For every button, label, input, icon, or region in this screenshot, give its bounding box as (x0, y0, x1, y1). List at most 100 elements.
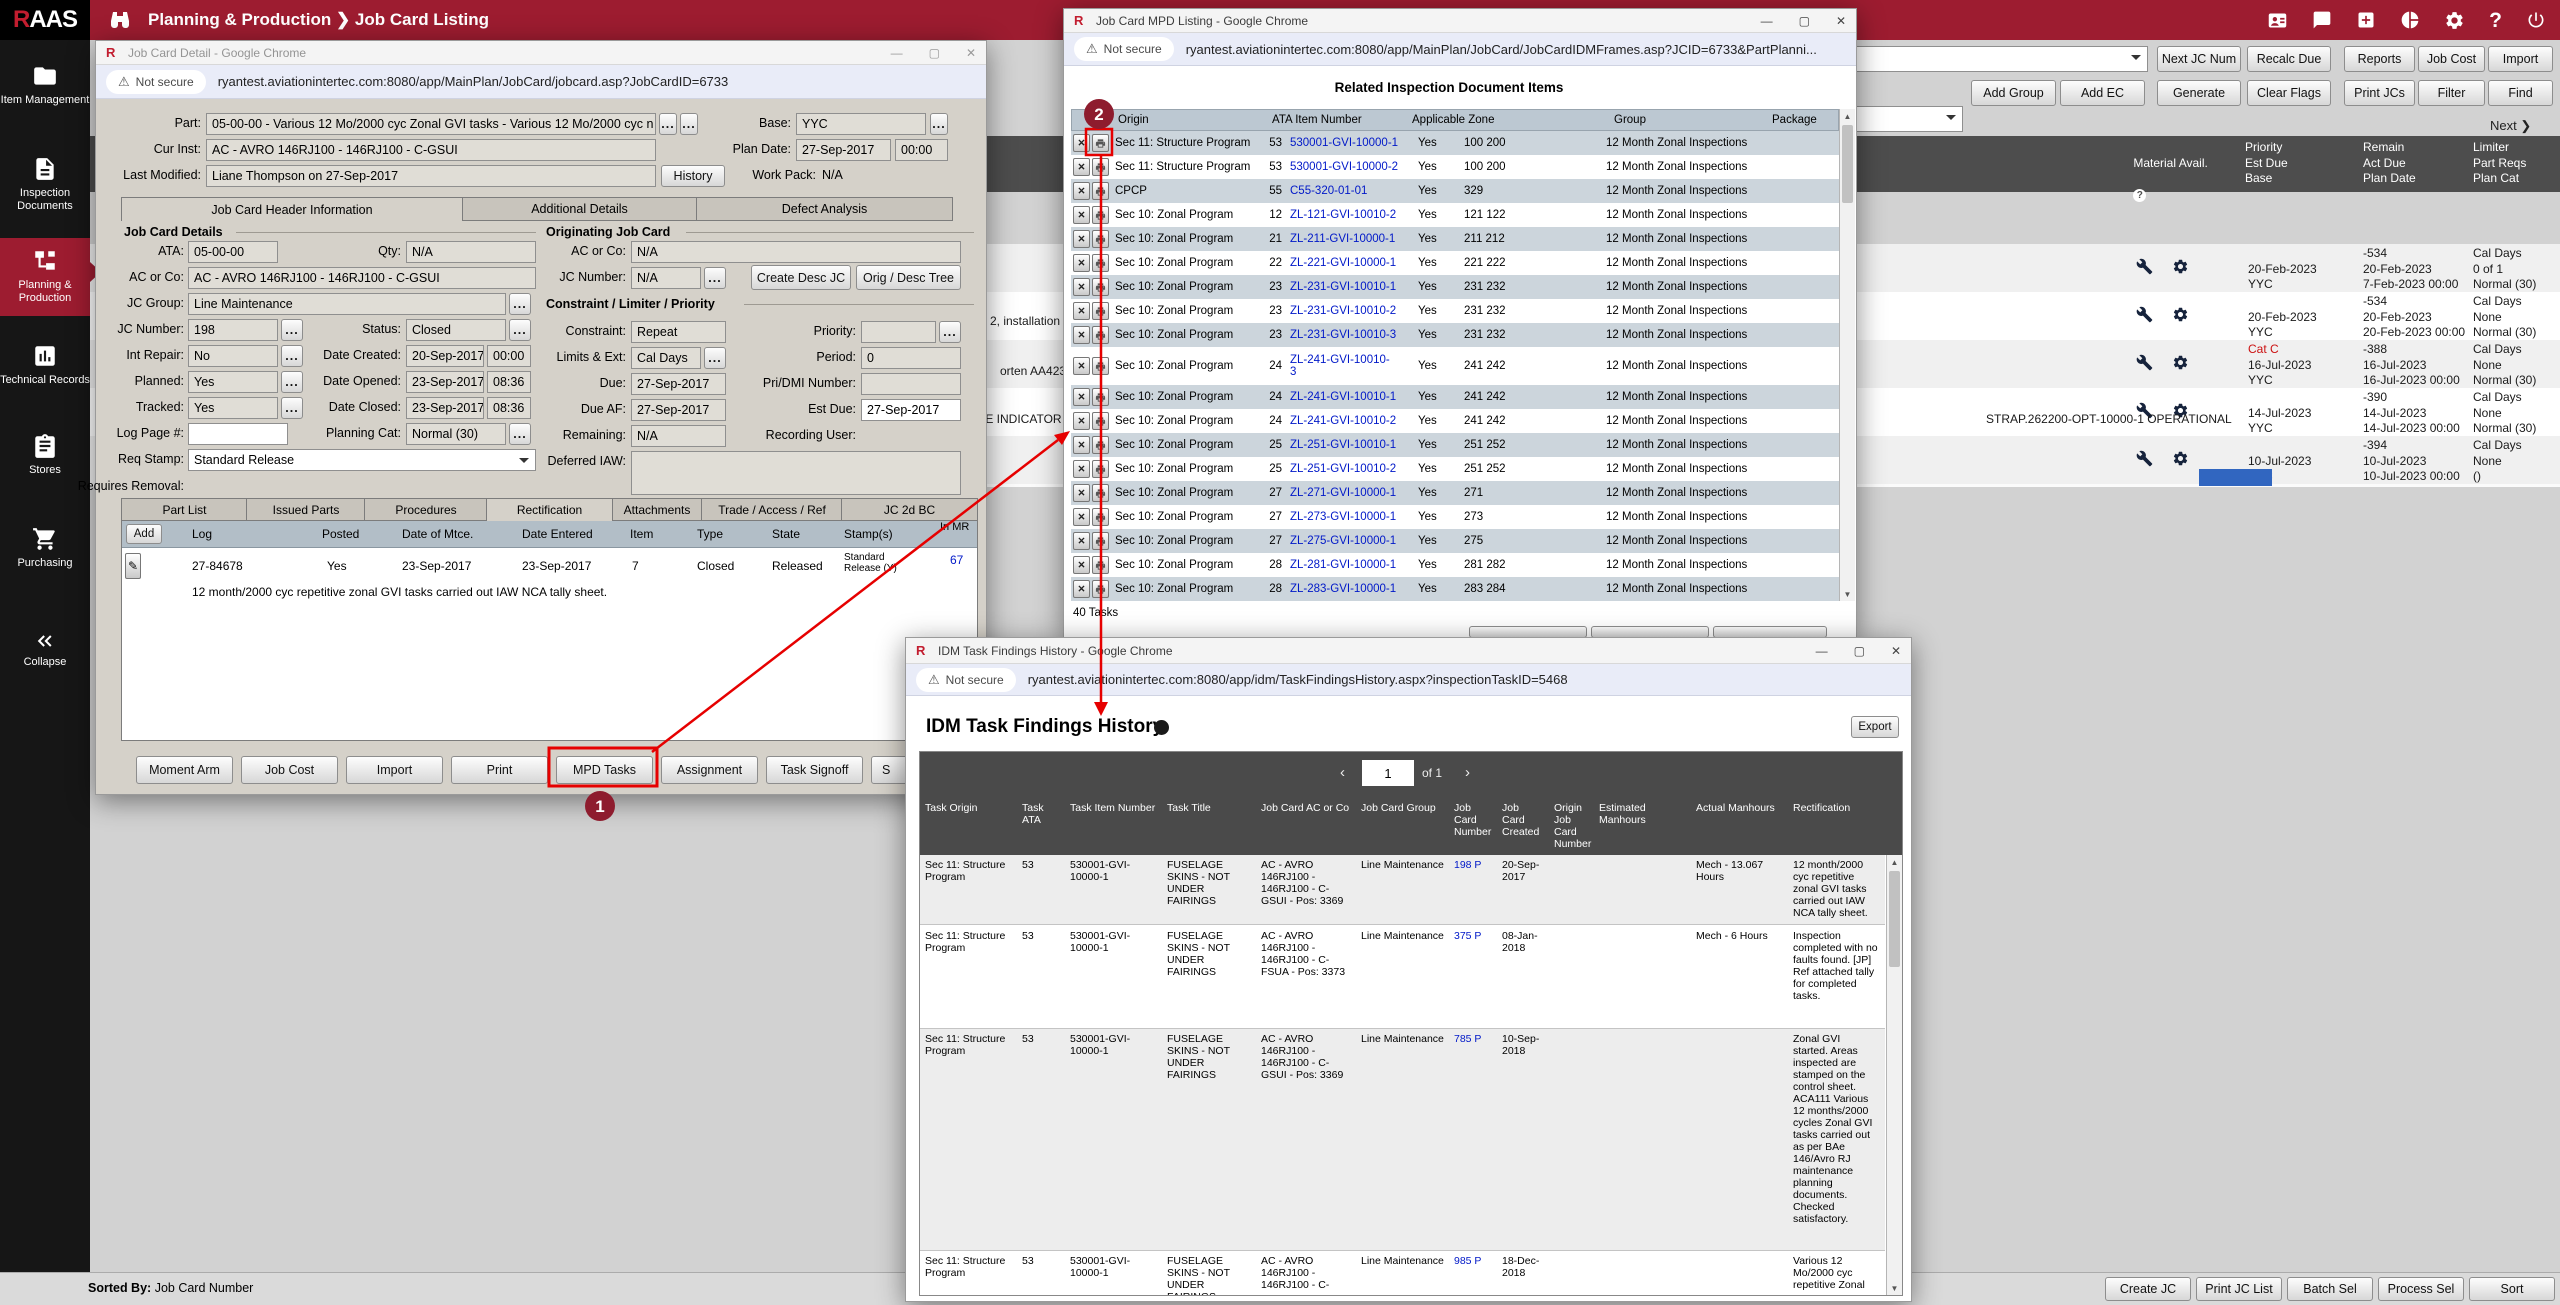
task-item-link[interactable]: 530001-GVI-10000-2 (1290, 161, 1418, 173)
remove-task-button[interactable] (1073, 412, 1090, 430)
print-task-button[interactable] (1092, 158, 1109, 176)
reports-button[interactable]: Reports (2344, 46, 2415, 72)
planned-field[interactable]: Yes (188, 371, 278, 393)
mpd-row[interactable]: CPCP55C55-320-01-01Yes32912 Month Zonal … (1071, 179, 1839, 203)
mpd-row[interactable]: Sec 10: Zonal Program24ZL-241-GVI-10010-… (1071, 385, 1839, 409)
not-secure-pill[interactable]: ⚠Not secure (106, 70, 206, 94)
ata-field[interactable]: 05-00-00 (188, 241, 278, 263)
idm-scrollbar[interactable]: ▲ ▼ (1886, 855, 1902, 1295)
gear-icon[interactable] (2172, 258, 2189, 275)
plan-time-field[interactable]: 00:00 (895, 139, 948, 161)
period-field[interactable]: 0 (861, 347, 961, 369)
url-text[interactable]: ryantest.aviationintertec.com:8080/app/M… (218, 74, 729, 89)
next-page-button[interactable]: › (1465, 764, 1470, 781)
find-button[interactable]: Find (2488, 80, 2553, 106)
tab-jc-2d-bc[interactable]: JC 2d BC (841, 498, 978, 521)
gear-icon[interactable] (2172, 306, 2189, 323)
task-item-link[interactable]: ZL-211-GVI-10000-1 (1290, 233, 1418, 245)
tab-trade-access-ref[interactable]: Trade / Access / Ref (701, 498, 843, 521)
idm-row[interactable]: Sec 11: Structure Program53530001-GVI-10… (920, 1029, 1885, 1251)
int-repair-browse-button[interactable]: ... (281, 345, 303, 367)
mpd-row[interactable]: Sec 10: Zonal Program21ZL-211-GVI-10000-… (1071, 227, 1839, 251)
clear-flags-button[interactable]: Clear Flags (2247, 80, 2331, 106)
wrench-icon[interactable] (2136, 450, 2153, 467)
generate-button[interactable]: Generate (2157, 80, 2241, 106)
remove-task-button[interactable] (1073, 302, 1090, 320)
jc-group-browse-button[interactable]: ... (509, 293, 531, 315)
est-due-field[interactable]: 27-Sep-2017 (861, 399, 961, 421)
print-task-button[interactable] (1092, 206, 1109, 224)
sidebar-item-planning-production[interactable]: Planning & Production (0, 238, 90, 316)
pie-chart-icon[interactable] (2400, 10, 2420, 30)
job-card-link[interactable]: 785 P (1449, 1029, 1497, 1049)
mpd-row[interactable]: Sec 10: Zonal Program25ZL-251-GVI-10010-… (1071, 457, 1839, 481)
moment-arm-button[interactable]: Moment Arm (136, 756, 233, 784)
wrench-icon[interactable] (2136, 258, 2153, 275)
tab-issued-parts[interactable]: Issued Parts (246, 498, 366, 521)
remove-task-button[interactable] (1073, 182, 1090, 200)
scroll-thumb[interactable] (1842, 125, 1853, 203)
pri-dmi-field[interactable] (861, 373, 961, 395)
remove-task-button[interactable] (1073, 556, 1090, 574)
print-task-button[interactable] (1092, 460, 1109, 478)
mpd-row[interactable]: Sec 10: Zonal Program12ZL-121-GVI-10010-… (1071, 203, 1839, 227)
sidebar-item-inspection-documents[interactable]: Inspection Documents (0, 148, 90, 220)
tab-additional-details[interactable]: Additional Details (461, 197, 698, 221)
mpd-row[interactable]: Sec 10: Zonal Program27ZL-275-GVI-10000-… (1071, 529, 1839, 553)
not-secure-pill[interactable]: ⚠Not secure (916, 668, 1016, 692)
planned-browse-button[interactable]: ... (281, 371, 303, 393)
job-cost-button[interactable]: Job Cost (241, 756, 338, 784)
task-item-link[interactable]: ZL-283-GVI-10000-1 (1290, 583, 1418, 595)
task-item-link[interactable]: ZL-241-GVI-10010-2 (1290, 415, 1418, 427)
planning-cat-field[interactable]: Normal (30) (406, 423, 506, 445)
base-field[interactable]: YYC (796, 113, 926, 135)
print-task-button[interactable] (1092, 182, 1109, 200)
task-item-link[interactable]: C55-320-01-01 (1290, 185, 1418, 197)
req-stamp-select[interactable]: Standard Release (188, 449, 536, 471)
import-button[interactable]: Import (2488, 46, 2553, 72)
tab-job-card-header[interactable]: Job Card Header Information (121, 197, 463, 221)
mpd-tasks-button[interactable]: MPD Tasks (556, 756, 653, 784)
gear-icon[interactable] (2172, 450, 2189, 467)
mpd-row[interactable]: Sec 10: Zonal Program23ZL-231-GVI-10010-… (1071, 323, 1839, 347)
gears-icon[interactable] (2444, 10, 2465, 31)
filter-button[interactable]: Filter (2418, 80, 2485, 106)
page-input[interactable]: 1 (1362, 760, 1414, 786)
task-signoff-button[interactable]: Task Signoff (766, 756, 863, 784)
tab-attachments[interactable]: Attachments (611, 498, 703, 521)
orig-ac-field[interactable]: N/A (631, 241, 961, 263)
print-task-button[interactable] (1092, 230, 1109, 248)
print-task-button[interactable] (1092, 508, 1109, 526)
scroll-down-icon[interactable]: ▼ (1887, 1281, 1902, 1295)
export-button[interactable]: Export (1851, 716, 1899, 738)
maximize-button[interactable]: ▢ (1854, 644, 1865, 658)
date-opened-field[interactable]: 23-Sep-2017 (406, 371, 484, 393)
mpd-row[interactable]: Sec 10: Zonal Program25ZL-251-GVI-10010-… (1071, 433, 1839, 457)
mpd-scrollbar[interactable]: ▲ ▼ (1839, 109, 1855, 601)
mpd-row[interactable]: Sec 11: Structure Program53530001-GVI-10… (1071, 155, 1839, 179)
date-closed-field[interactable]: 23-Sep-2017 (406, 397, 484, 419)
deferred-iaw-field[interactable] (631, 451, 961, 495)
constraint-field[interactable]: Repeat (631, 321, 726, 343)
mpd-row[interactable]: Sec 10: Zonal Program23ZL-231-GVI-10010-… (1071, 299, 1839, 323)
task-item-link[interactable]: ZL-231-GVI-10010-2 (1290, 305, 1418, 317)
task-item-link[interactable]: ZL-275-GVI-10000-1 (1290, 535, 1418, 547)
create-desc-jc-button[interactable]: Create Desc JC (751, 265, 851, 290)
jc-group-field[interactable]: Line Maintenance (188, 293, 506, 315)
mpd-row[interactable]: Sec 10: Zonal Program24ZL-241-GVI-10010-… (1071, 347, 1839, 385)
date-created-field[interactable]: 20-Sep-2017 (406, 345, 484, 367)
sidebar-item-stores[interactable]: Stores (0, 425, 90, 485)
mpd-row[interactable]: Sec 10: Zonal Program27ZL-271-GVI-10000-… (1071, 481, 1839, 505)
sidebar-item-technical-records[interactable]: Technical Records (0, 335, 90, 407)
url-text[interactable]: ryantest.aviationintertec.com:8080/app/M… (1186, 42, 1817, 57)
part-browse-button[interactable]: ... (659, 113, 677, 135)
job-card-link[interactable]: 375 P (1449, 926, 1497, 946)
mpd-row[interactable]: Sec 10: Zonal Program28ZL-283-GVI-10000-… (1071, 577, 1839, 601)
maximize-button[interactable]: ▢ (1799, 14, 1810, 28)
scroll-up-icon[interactable]: ▲ (1840, 109, 1855, 123)
idm-row[interactable]: Sec 11: Structure Program53530001-GVI-10… (920, 1251, 1885, 1295)
task-item-link[interactable]: ZL-251-GVI-10010-2 (1290, 463, 1418, 475)
print-task-button[interactable] (1092, 254, 1109, 272)
remove-task-button[interactable] (1073, 230, 1090, 248)
task-item-link[interactable]: ZL-241-GVI-10010-3 (1290, 354, 1396, 378)
